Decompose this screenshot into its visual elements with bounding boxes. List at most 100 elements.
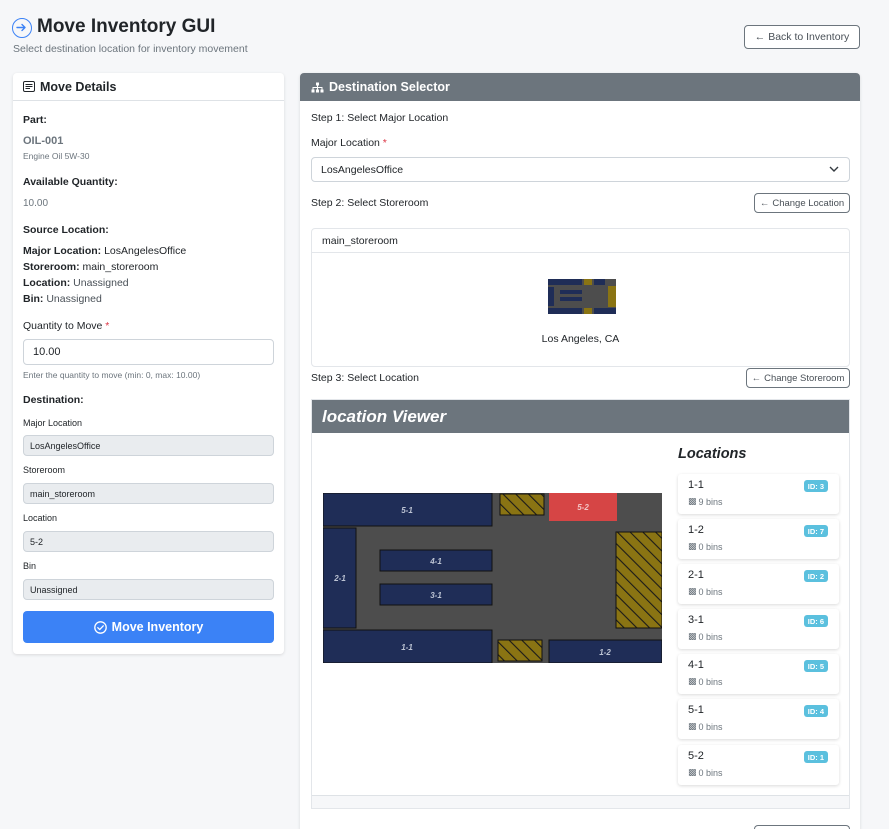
- arrow-circle-right-icon: [12, 18, 32, 38]
- move-details-header: Move Details: [13, 73, 284, 101]
- grid-icon: ▩: [688, 676, 697, 686]
- back-to-inventory-label: Back to Inventory: [768, 31, 850, 43]
- dest-bin-field: Unassigned: [23, 579, 274, 600]
- move-inventory-button[interactable]: Move Inventory: [23, 611, 274, 643]
- page-subtitle: Select destination location for inventor…: [13, 43, 248, 55]
- quantity-to-move-label: Quantity to Move *: [23, 320, 110, 332]
- map-label-5-1: 5-1: [401, 506, 413, 515]
- check-circle-icon: [93, 620, 107, 634]
- location-bins: 0 bins: [698, 767, 723, 778]
- chevron-down-icon: [829, 166, 839, 172]
- dest-storeroom-label: Storeroom: [23, 465, 66, 475]
- location-name: 4-1: [688, 659, 704, 671]
- location-id-badge: ID: 4: [803, 705, 828, 717]
- map-label-1-2: 1-2: [599, 648, 611, 657]
- source-location: Location: Unassigned: [23, 277, 129, 289]
- location-item[interactable]: 1-1 ▩ 9 bins ID: 3: [678, 474, 839, 514]
- source-location-label: Source Location:: [23, 224, 109, 236]
- part-label: Part:: [23, 114, 47, 126]
- grid-icon: ▩: [688, 586, 697, 596]
- quantity-to-move-input[interactable]: 10.00: [23, 339, 274, 365]
- grid-icon: ▩: [688, 721, 697, 731]
- change-location-button[interactable]: ← Change Location: [754, 193, 850, 213]
- storeroom-map-thumbnail: [548, 279, 616, 314]
- map-label-1-1: 1-1: [401, 643, 413, 652]
- move-details-title: Move Details: [40, 79, 117, 94]
- destination-selector-header: Destination Selector: [300, 73, 860, 101]
- location-name: 5-1: [688, 704, 704, 716]
- map-label-5-2: 5-2: [577, 503, 589, 512]
- location-item[interactable]: 2-1 ▩ 0 bins ID: 2: [678, 564, 839, 604]
- location-name: 1-1: [688, 479, 704, 491]
- arrow-left-icon: ←: [754, 31, 766, 43]
- major-location-selected: LosAngelesOffice: [321, 163, 404, 176]
- step-2-label: Step 2: Select Storeroom: [311, 197, 429, 209]
- arrow-left-icon: ←: [759, 197, 770, 209]
- dest-bin-label: Bin: [23, 561, 37, 571]
- back-to-inventory-button[interactable]: ← Back to Inventory: [744, 25, 860, 49]
- partial-button[interactable]: [754, 825, 850, 829]
- dest-major-location-field: LosAngelesOffice: [23, 435, 274, 456]
- location-bins: 0 bins: [698, 721, 723, 732]
- location-bins: 9 bins: [698, 496, 723, 507]
- location-name: 3-1: [688, 614, 704, 626]
- list-card-icon: [23, 81, 35, 92]
- map-label-4-1: 4-1: [429, 557, 442, 566]
- location-bins: 0 bins: [698, 586, 723, 597]
- source-bin: Bin: Unassigned: [23, 293, 102, 305]
- major-location-label: Major Location *: [311, 137, 387, 149]
- grid-icon: ▩: [688, 767, 697, 777]
- location-item[interactable]: 3-1 ▩ 0 bins ID: 6: [678, 609, 839, 649]
- sitemap-icon: [311, 82, 324, 92]
- page-title: Move Inventory GUI: [37, 16, 216, 37]
- grid-icon: ▩: [688, 496, 697, 506]
- destination-selector-card: Destination Selector Step 1: Select Majo…: [300, 73, 860, 829]
- dest-location-field: 5-2: [23, 531, 274, 552]
- location-viewer-title: location Viewer: [312, 400, 849, 433]
- location-id-badge: ID: 1: [803, 751, 828, 763]
- storeroom-map: 5-1 5-2 2-1 4-1 3-1 1-1 1-2: [322, 492, 663, 666]
- location-bins: 0 bins: [698, 541, 723, 552]
- storeroom-name: main_storeroom: [312, 229, 849, 253]
- grid-icon: ▩: [688, 631, 697, 641]
- step-3-label: Step 3: Select Location: [311, 372, 419, 384]
- available-quantity-value: 10.00: [23, 198, 49, 209]
- storeroom-card[interactable]: main_storeroom Los Angeles, CA: [311, 228, 850, 367]
- major-location-select[interactable]: LosAngelesOffice: [311, 157, 850, 182]
- source-major-location: Major Location: LosAngelesOffice: [23, 245, 187, 257]
- location-viewer-footer: [312, 795, 849, 808]
- dest-storeroom-field: main_storeroom: [23, 483, 274, 504]
- location-name: 5-2: [688, 750, 704, 762]
- locations-title: Locations: [678, 446, 747, 462]
- destination-label: Destination:: [23, 394, 84, 406]
- location-item[interactable]: 5-2 ▩ 0 bins ID: 1: [678, 745, 839, 785]
- map-hazard-zone: [615, 531, 663, 629]
- location-id-badge: ID: 5: [803, 660, 828, 672]
- location-item[interactable]: 4-1 ▩ 0 bins ID: 5: [678, 654, 839, 694]
- dest-major-location-label: Major Location: [23, 418, 83, 428]
- available-quantity-label: Available Quantity:: [23, 176, 118, 188]
- arrow-left-icon: ←: [751, 372, 762, 384]
- map-hazard-zone: [497, 639, 543, 662]
- location-id-badge: ID: 7: [803, 525, 828, 537]
- location-id-badge: ID: 6: [803, 615, 828, 627]
- change-storeroom-button[interactable]: ← Change Storeroom: [746, 368, 850, 388]
- dest-location-label: Location: [23, 513, 58, 523]
- move-details-card: Move Details Part: OIL-001 Engine Oil 5W…: [13, 73, 284, 654]
- location-id-badge: ID: 2: [803, 570, 828, 582]
- source-storeroom: Storeroom: main_storeroom: [23, 261, 159, 273]
- step-1-label: Step 1: Select Major Location: [311, 112, 449, 124]
- storeroom-city: Los Angeles, CA: [541, 333, 620, 345]
- location-bins: 0 bins: [698, 676, 723, 687]
- map-label-3-1: 3-1: [430, 591, 442, 600]
- location-item[interactable]: 5-1 ▩ 0 bins ID: 4: [678, 699, 839, 739]
- part-description: Engine Oil 5W-30: [23, 151, 90, 161]
- location-viewer: location Viewer 5-1 5-2 2-1 4-1 3-1 1-1 …: [311, 399, 850, 809]
- location-bins: 0 bins: [698, 631, 723, 642]
- location-item[interactable]: 1-2 ▩ 0 bins ID: 7: [678, 519, 839, 559]
- part-code: OIL-001: [23, 135, 64, 147]
- location-name: 2-1: [688, 569, 704, 581]
- map-label-2-1: 2-1: [333, 574, 346, 583]
- location-name: 1-2: [688, 524, 704, 536]
- destination-selector-title: Destination Selector: [329, 80, 450, 94]
